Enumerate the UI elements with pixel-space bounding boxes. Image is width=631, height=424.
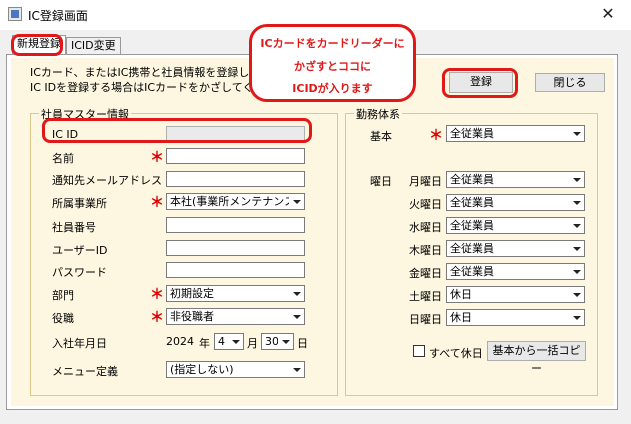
employee-no-field[interactable]: [166, 217, 305, 233]
chevron-down-icon[interactable]: [289, 309, 304, 324]
monday-label: 月曜日: [409, 175, 442, 188]
office-select[interactable]: 本社(事業所メンテナンス): [166, 193, 305, 210]
position-required-mark: ＊: [150, 310, 164, 326]
close-button[interactable]: 閉じる: [535, 73, 605, 92]
thursday-select-value: 全従業員: [450, 242, 494, 255]
basic-select-value: 全従業員: [450, 127, 494, 140]
all-holiday-checkbox[interactable]: [413, 345, 425, 357]
chevron-down-icon[interactable]: [569, 241, 584, 256]
tuesday-select-value: 全従業員: [450, 196, 494, 209]
friday-select-value: 全従業員: [450, 265, 494, 278]
chevron-down-icon[interactable]: [289, 194, 304, 209]
wednesday-select[interactable]: 全従業員: [446, 217, 585, 234]
work-group-title: 勤務体系: [354, 106, 402, 122]
chevron-down-icon[interactable]: [569, 264, 584, 279]
hire-year[interactable]: 2024: [166, 335, 194, 348]
hire-month-value: 4: [218, 335, 225, 348]
basic-label: 基本: [370, 130, 392, 143]
register-highlight-outline: [442, 68, 518, 98]
close-window-button[interactable]: ✕: [595, 4, 621, 24]
copy-from-basic-button[interactable]: 基本から一括コピー: [487, 341, 586, 375]
tab-highlight-outline: [11, 34, 63, 56]
chevron-down-icon[interactable]: [569, 287, 584, 302]
office-label: 所属事業所: [52, 197, 107, 210]
friday-select[interactable]: 全従業員: [446, 263, 585, 280]
tuesday-select[interactable]: 全従業員: [446, 194, 585, 211]
tab-icid-change[interactable]: ICID変更: [66, 37, 121, 55]
department-required-mark: ＊: [150, 287, 164, 303]
chevron-down-icon[interactable]: [569, 195, 584, 210]
chevron-down-icon[interactable]: [289, 286, 304, 301]
password-field[interactable]: [166, 262, 305, 278]
department-select[interactable]: 初期設定: [166, 285, 305, 302]
thursday-label: 木曜日: [409, 244, 442, 257]
password-label: パスワード: [52, 266, 107, 279]
app-icon: [8, 7, 22, 21]
callout-line-3: ICIDが入ります: [292, 82, 373, 95]
thursday-select[interactable]: 全従業員: [446, 240, 585, 257]
day-unit: 日: [297, 337, 308, 350]
chevron-down-icon[interactable]: [278, 334, 293, 349]
friday-label: 金曜日: [409, 267, 442, 280]
monday-select-value: 全従業員: [450, 173, 494, 186]
menu-select[interactable]: (指定しない): [166, 361, 305, 378]
chevron-down-icon[interactable]: [228, 334, 243, 349]
weekday-label: 曜日: [370, 175, 392, 188]
menu-select-value: (指定しない): [170, 363, 234, 376]
chevron-down-icon[interactable]: [289, 362, 304, 377]
position-label: 役職: [52, 312, 74, 325]
user-id-label: ユーザーID: [52, 244, 108, 257]
sunday-select-value: 休日: [450, 311, 472, 324]
saturday-select[interactable]: 休日: [446, 286, 585, 303]
callout-line-2: かざすとココに: [294, 60, 371, 73]
window-title: IC登録画面: [28, 9, 88, 23]
saturday-label: 土曜日: [409, 290, 442, 303]
hire-month-select[interactable]: 4: [214, 333, 244, 350]
wednesday-label: 水曜日: [409, 221, 442, 234]
sunday-select[interactable]: 休日: [446, 309, 585, 326]
name-required-mark: ＊: [150, 150, 164, 166]
chevron-down-icon[interactable]: [569, 218, 584, 233]
employee-no-label: 社員番号: [52, 221, 96, 234]
department-select-value: 初期設定: [170, 287, 214, 300]
callout-line-1: ICカードをカードリーダーに: [260, 37, 405, 50]
chevron-down-icon[interactable]: [569, 126, 584, 141]
basic-required-mark: ＊: [429, 128, 443, 144]
hire-day-select[interactable]: 30: [261, 333, 294, 350]
position-select-value: 非役職者: [170, 310, 214, 323]
basic-select[interactable]: 全従業員: [446, 125, 585, 142]
intro-line-1: ICカード、またはIC携帯と社員情報を登録します。: [30, 66, 282, 79]
sunday-label: 日曜日: [409, 313, 442, 326]
name-field[interactable]: [166, 148, 305, 164]
email-label: 通知先メールアドレス: [52, 174, 162, 187]
office-select-value: 本社(事業所メンテナンス): [170, 195, 300, 208]
month-unit: 月: [247, 337, 258, 350]
office-required-mark: ＊: [150, 195, 164, 211]
ic-id-highlight-outline: [42, 118, 312, 143]
user-id-field[interactable]: [166, 240, 305, 256]
chevron-down-icon[interactable]: [569, 172, 584, 187]
annotation-callout: ICカードをカードリーダーに かざすとココに ICIDが入ります: [249, 24, 416, 102]
wednesday-select-value: 全従業員: [450, 219, 494, 232]
hire-date-label: 入社年月日: [52, 337, 107, 350]
menu-label: メニュー定義: [52, 365, 118, 378]
position-select[interactable]: 非役職者: [166, 308, 305, 325]
saturday-select-value: 休日: [450, 288, 472, 301]
email-field[interactable]: [166, 171, 305, 187]
year-unit: 年: [199, 337, 210, 350]
department-label: 部門: [52, 289, 74, 302]
name-label: 名前: [52, 152, 74, 165]
monday-select[interactable]: 全従業員: [446, 171, 585, 188]
all-holiday-label: すべて休日: [429, 347, 483, 360]
hire-day-value: 30: [265, 335, 279, 348]
chevron-down-icon[interactable]: [569, 310, 584, 325]
tuesday-label: 火曜日: [409, 198, 442, 211]
